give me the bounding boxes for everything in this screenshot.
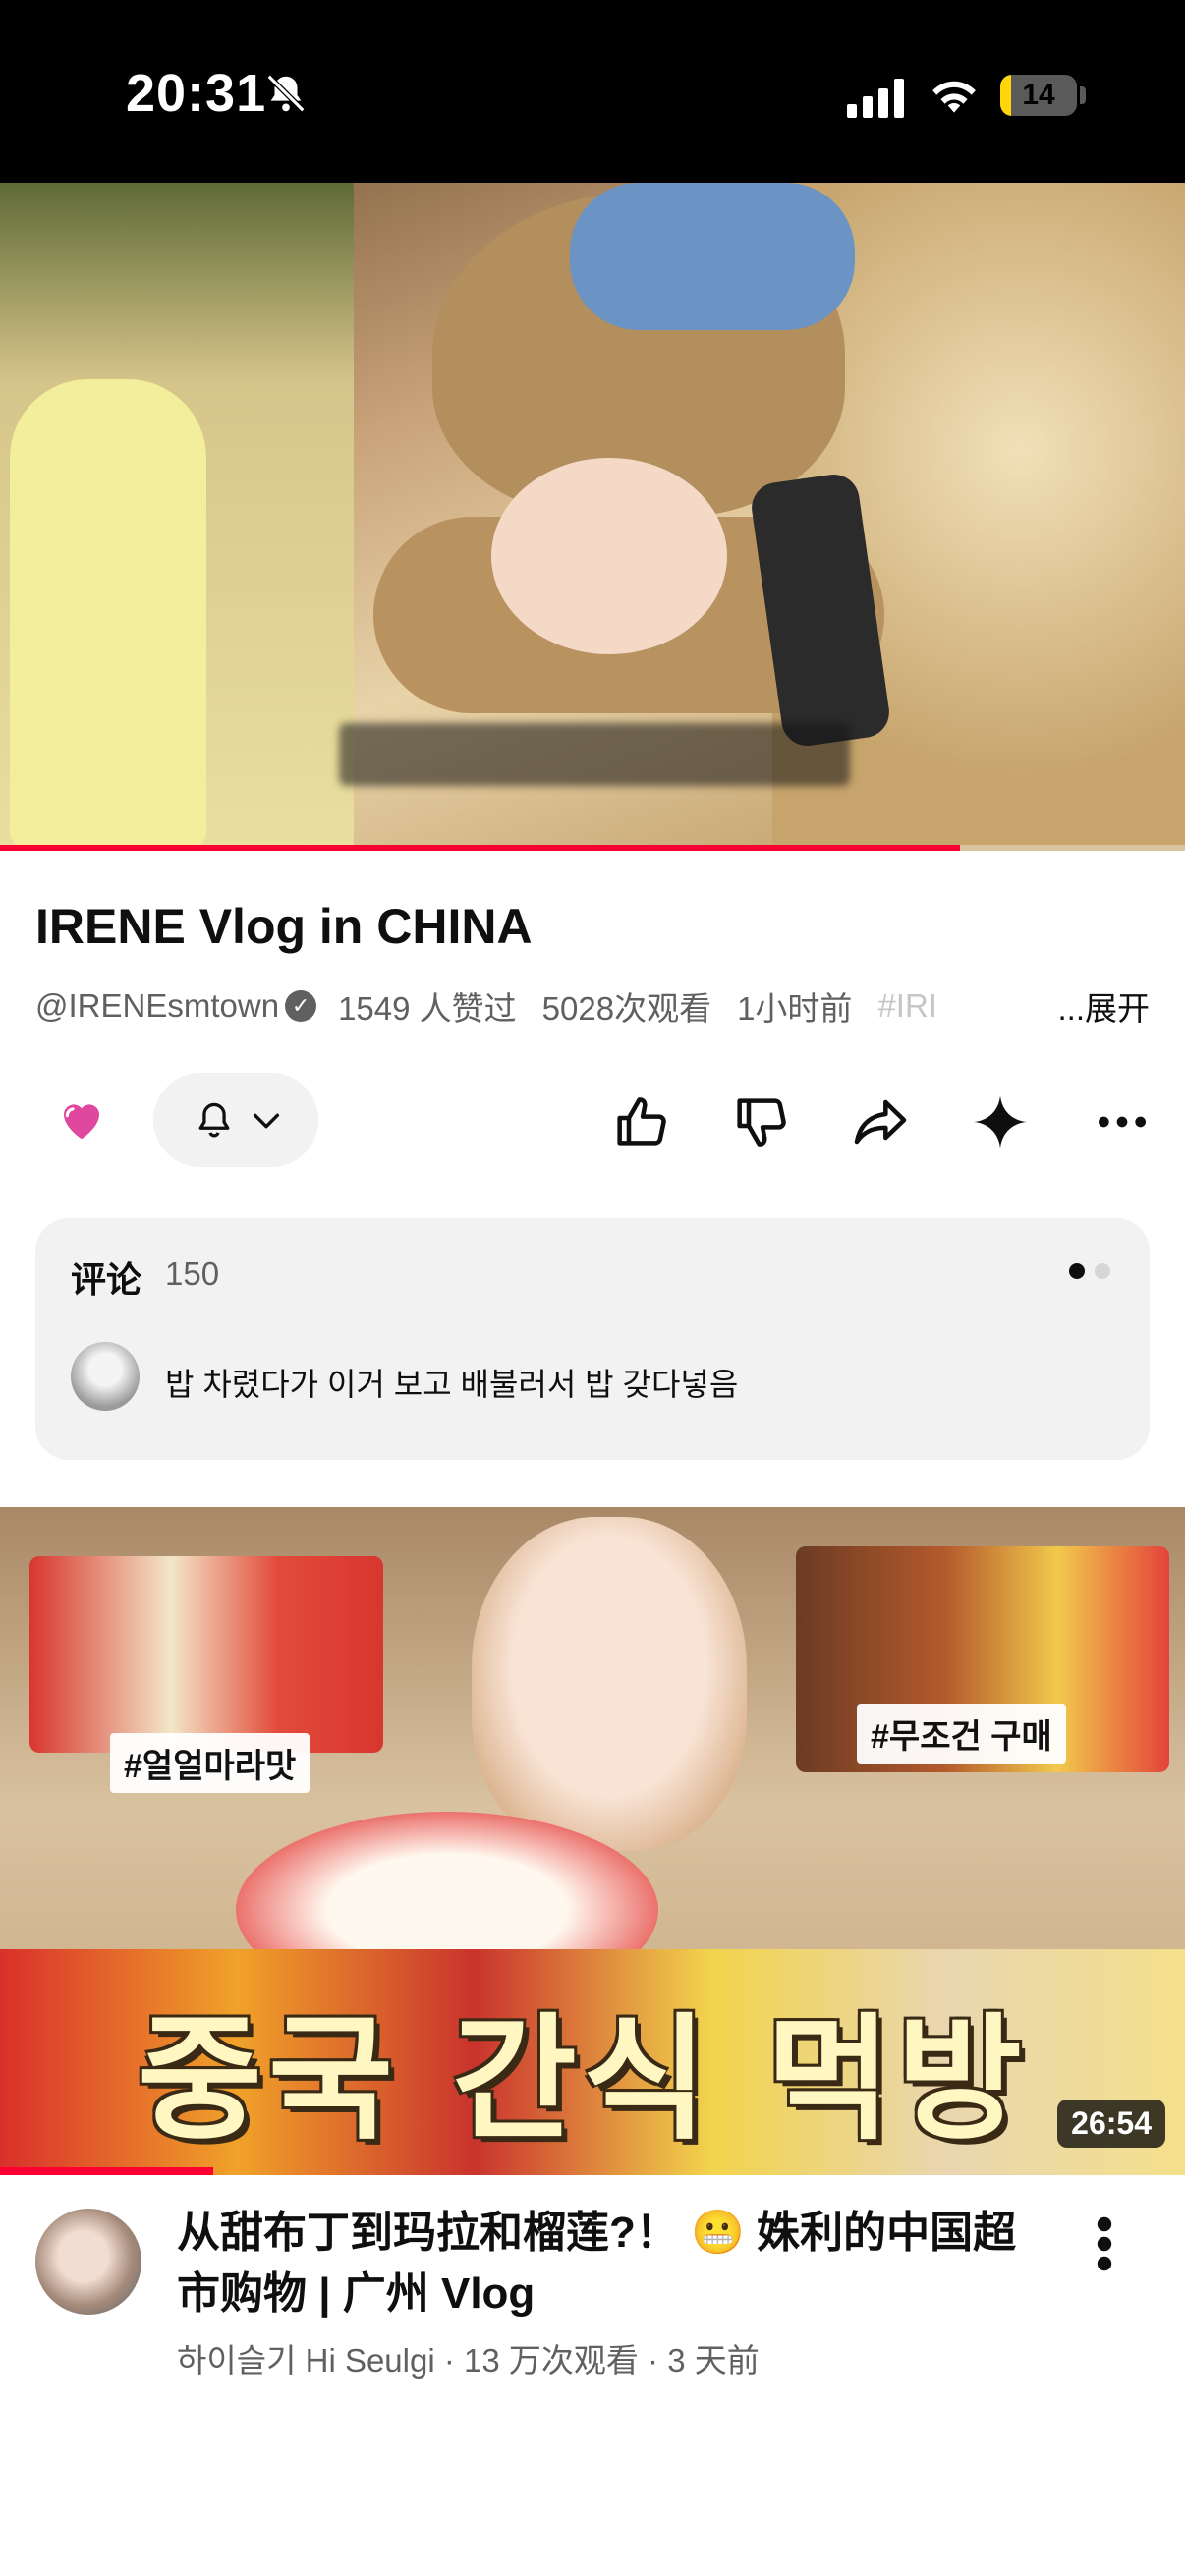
channel-avatar[interactable] <box>35 2209 141 2315</box>
thumbnail-tag: #얼얼마라맛 <box>110 1733 310 1793</box>
commenter-avatar <box>71 1342 140 1411</box>
action-row <box>0 1073 1185 1171</box>
video-caption <box>339 723 850 786</box>
meta-separator: · <box>434 2342 465 2379</box>
upload-age: 1小时前 <box>737 990 853 1027</box>
watched-progress-bar <box>0 2167 214 2175</box>
comments-title: 评论 <box>71 1260 142 1300</box>
verified-badge-icon: ✓ <box>285 990 317 1022</box>
status-time: 20:31 <box>126 64 267 123</box>
comments-card[interactable]: 评论 150 밥 차렸다가 이거 보고 배불러서 밥 갖다넣음 <box>35 1218 1150 1460</box>
recommended-views: 13 万次观看 <box>464 2342 639 2379</box>
recommended-video-title[interactable]: 从甜布丁到玛拉和榴莲?！ 😬 姝利的中国超市购物 | 广州 Vlog <box>177 2203 1042 2324</box>
video-title: IRENE Vlog in CHINA <box>35 899 533 954</box>
signal-icon <box>847 79 904 118</box>
video-frame-figure <box>10 379 206 851</box>
thumbs-up-icon[interactable] <box>609 1091 672 1153</box>
thumbnail-snacks <box>29 1556 383 1753</box>
video-frame-figure <box>570 183 855 330</box>
top-comment-text: 밥 차렸다가 이거 보고 배불러서 밥 갖다넣음 <box>165 1367 739 1402</box>
hashtag[interactable]: #IRI <box>877 987 937 1024</box>
wifi-icon <box>932 81 976 113</box>
carousel-dots <box>1059 1263 1110 1284</box>
sparkle-icon[interactable] <box>969 1091 1032 1153</box>
heart-icon[interactable] <box>55 1092 108 1146</box>
recommended-age: 3 天前 <box>667 2342 760 2379</box>
video-duration: 26:54 <box>1057 2100 1165 2148</box>
more-vertical-icon[interactable] <box>1085 2214 1124 2273</box>
carousel-dot <box>1095 1263 1110 1279</box>
recommended-video-thumbnail[interactable]: #얼얼마라맛 #무조건 구매 중국 간식 먹방 26:54 <box>0 1507 1185 2175</box>
status-bar: 20:31 14 <box>0 0 1185 183</box>
video-frame-figure <box>491 458 727 654</box>
battery-nub <box>1080 86 1086 104</box>
recommended-channel[interactable]: 하이슬기 Hi Seulgi <box>177 2342 435 2379</box>
meta-separator: · <box>638 2342 668 2379</box>
thumbnail-figure <box>472 1517 747 1851</box>
view-count: 5028次观看 <box>541 990 712 1027</box>
comments-count: 150 <box>165 1256 220 1292</box>
subscription-bell-button[interactable] <box>153 1073 318 1167</box>
thumbnail-tag: #무조건 구매 <box>857 1704 1066 1764</box>
video-meta-row[interactable]: @IRENEsmtown ✓ 1549 人赞过 5028次观看 1小时前 #IRI ...… <box>35 982 1150 1032</box>
more-icon[interactable] <box>1091 1091 1154 1153</box>
recommended-video-meta: 하이슬기 Hi Seulgi · 13 万次观看 · 3 天前 <box>177 2334 760 2381</box>
bell-icon <box>198 1102 230 1138</box>
battery-level: 14 <box>1022 79 1055 111</box>
thumbs-down-icon[interactable] <box>729 1091 792 1153</box>
expand-button[interactable]: ...展开 <box>1028 982 1150 1032</box>
thumbnail-overlay-text: 중국 간식 먹방 <box>138 2000 1028 2158</box>
video-player[interactable] <box>0 183 1185 851</box>
bell-off-icon <box>266 74 306 113</box>
carousel-dot-active <box>1069 1263 1085 1279</box>
share-icon[interactable] <box>849 1091 912 1153</box>
battery-indicator: 14 <box>1000 75 1077 116</box>
channel-handle[interactable]: @IRENEsmtown <box>35 987 279 1024</box>
like-count: 1549 人赞过 <box>338 990 517 1027</box>
chevron-down-icon <box>253 1113 280 1129</box>
